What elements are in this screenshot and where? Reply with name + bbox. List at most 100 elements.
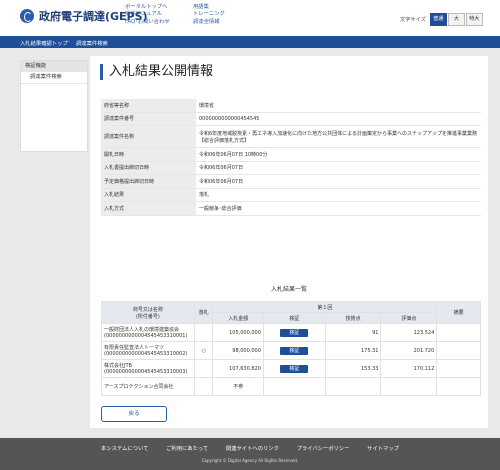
copyright: Copyright © Digital Agency All Rights Re… bbox=[201, 458, 299, 463]
verify-cell bbox=[262, 377, 326, 396]
tech-score-cell: 175.31 bbox=[324, 341, 382, 360]
info-value: 落札 bbox=[196, 188, 481, 202]
company-name: 株式会社JTB bbox=[104, 363, 132, 369]
header: 政府電子調達(GEPS) ポータルトップへ 操作マニュアル FAQ･お問い合わせ… bbox=[0, 0, 500, 36]
results-table: 商号又は名称 (所付番号) 落札 第１回 摘要 入札金額 検証 技術点 評価点 … bbox=[101, 301, 481, 396]
link-training[interactable]: トレーニング bbox=[193, 11, 225, 18]
table-row: 株式会社JTB (0000000000004545453310003) 107,6… bbox=[101, 359, 481, 378]
verify-button[interactable]: 検証 bbox=[280, 346, 309, 355]
font-size-normal-button[interactable]: 普通 bbox=[429, 13, 447, 26]
company-cell: 株式会社JTB (0000000000004545453310003) bbox=[101, 359, 195, 378]
award-cell bbox=[193, 377, 214, 396]
info-value: 一般競争･総合評価 bbox=[196, 201, 481, 216]
link-manual[interactable]: 操作マニュアル bbox=[125, 11, 170, 18]
eval-score-cell bbox=[380, 377, 438, 396]
info-label: 開札日時 bbox=[101, 147, 196, 162]
remarks-cell bbox=[436, 359, 481, 378]
info-value: 環境省 bbox=[196, 99, 481, 113]
info-row: 開札日時 令和06年06月07日 10時00分 bbox=[101, 147, 481, 162]
footer-link-about[interactable]: 本システムについて bbox=[101, 446, 148, 452]
amount-cell: 不参 bbox=[212, 377, 264, 396]
amount-cell: 98,000,000 bbox=[212, 341, 264, 360]
info-value: 令和06年06月07日 bbox=[196, 174, 481, 189]
info-row: 入札書提出締切日時 令和06年06月07日 bbox=[101, 161, 481, 175]
link-all-info[interactable]: 調達全情報 bbox=[193, 19, 225, 26]
geps-logo-icon bbox=[20, 9, 34, 23]
header-eval: 評価点 bbox=[380, 312, 438, 324]
tech-score-cell: 153.33 bbox=[324, 359, 382, 378]
info-row: 入札方式 一般競争･総合評価 bbox=[101, 201, 481, 216]
font-size-large-button[interactable]: 大 bbox=[447, 13, 465, 26]
info-row: 予定価格提出締切日時 令和06年06月07日 bbox=[101, 174, 481, 189]
verify-button[interactable]: 検証 bbox=[280, 364, 309, 373]
info-value: 令和06年06月07日 bbox=[196, 161, 481, 175]
sidebar-heading: 検証機能 bbox=[21, 61, 87, 72]
breadcrumb-separator: › bbox=[68, 39, 71, 45]
info-row: 府省等名称 環境省 bbox=[101, 99, 481, 113]
company-code: (0000000000004545453310001) bbox=[104, 333, 188, 339]
award-cell bbox=[193, 323, 214, 342]
table-row: アースプロテクション合同会社 不参 bbox=[101, 377, 481, 396]
company-cell: アースプロテクション合同会社 bbox=[101, 377, 195, 396]
info-row: 調達案件番号 0000000000000454545 bbox=[101, 112, 481, 126]
remarks-cell bbox=[436, 323, 481, 342]
footer-links: 本システムについて ご利用にあたって 関連サイトへのリンク プライバシーポリシー… bbox=[0, 444, 500, 452]
font-size-control: 文字サイズ 普通 大 特大 bbox=[400, 13, 483, 26]
breadcrumb-item-search[interactable]: 調達案件検索 bbox=[76, 39, 108, 47]
header-links-col1: ポータルトップへ 操作マニュアル FAQ･お問い合わせ bbox=[125, 4, 170, 26]
back-button[interactable]: 戻る bbox=[101, 406, 167, 422]
footer-link-usage[interactable]: ご利用にあたって bbox=[166, 446, 208, 452]
company-name: 有限責任監査法人トーマツ bbox=[104, 345, 165, 351]
verify-cell: 検証 bbox=[262, 341, 326, 360]
font-size-label: 文字サイズ bbox=[400, 17, 426, 23]
info-label: 調達案件番号 bbox=[101, 112, 196, 126]
verify-button[interactable]: 検証 bbox=[280, 328, 309, 337]
results-title: 入札結果一覧 bbox=[270, 286, 307, 293]
company-name: アースプロテクション合同会社 bbox=[104, 384, 174, 390]
info-label: 府省等名称 bbox=[101, 99, 196, 113]
link-faq[interactable]: FAQ･お問い合わせ bbox=[125, 19, 170, 26]
info-label: 予定価格提出締切日時 bbox=[101, 174, 196, 189]
tech-score-cell: 91 bbox=[324, 323, 382, 342]
amount-cell: 105,000,000 bbox=[212, 323, 264, 342]
info-value: 令和6年度地域脱炭素・再エネ導入加速化に向けた地方公共団体による計画策定から事業… bbox=[196, 125, 481, 148]
table-row: 一般財団法人入札の環境建築協会 (000000000000454545331000… bbox=[101, 323, 481, 342]
award-cell bbox=[193, 359, 214, 378]
info-table: 府省等名称 環境省 調達案件番号 0000000000000454545 調達案件名… bbox=[101, 99, 481, 216]
eval-score-cell: 170.112 bbox=[380, 359, 438, 378]
sidebar: 検証機能 調達案件検索 bbox=[20, 60, 88, 152]
header-round: 第１回 bbox=[212, 301, 438, 313]
table-row: 有限責任監査法人トーマツ (0000000000004545453310002) … bbox=[101, 341, 481, 360]
tech-score-cell bbox=[324, 377, 382, 396]
eval-score-cell: 123.524 bbox=[380, 323, 438, 342]
info-label: 入札結果 bbox=[101, 188, 196, 202]
header-amount: 入札金額 bbox=[212, 312, 264, 324]
footer: 本システムについて ご利用にあたって 関連サイトへのリンク プライバシーポリシー… bbox=[0, 438, 500, 470]
info-value: 0000000000000454545 bbox=[196, 112, 481, 126]
breadcrumb-item-top[interactable]: 入札結果確認トップ bbox=[20, 39, 68, 47]
font-size-xlarge-button[interactable]: 特大 bbox=[465, 13, 483, 26]
info-row: 調達案件名称 令和6年度地域脱炭素・再エネ導入加速化に向けた地方公共団体による計画… bbox=[101, 125, 481, 148]
header-company: 商号又は名称 (所付番号) bbox=[101, 301, 195, 324]
company-cell: 一般財団法人入札の環境建築協会 (000000000000454545331000… bbox=[101, 323, 195, 342]
header-remarks: 摘要 bbox=[436, 301, 481, 324]
info-label: 入札方式 bbox=[101, 201, 196, 216]
eval-score-cell: 201.720 bbox=[380, 341, 438, 360]
header-award: 落札 bbox=[193, 301, 214, 324]
footer-link-privacy[interactable]: プライバシーポリシー bbox=[297, 446, 350, 452]
info-value: 令和06年06月07日 10時00分 bbox=[196, 147, 481, 162]
verify-cell: 検証 bbox=[262, 323, 326, 342]
main-panel: 入札結果公開情報 府省等名称 環境省 調達案件番号 0000000000000454… bbox=[90, 56, 488, 428]
info-row: 入札結果 落札 bbox=[101, 188, 481, 202]
company-cell: 有限責任監査法人トーマツ (0000000000004545453310002) bbox=[101, 341, 195, 360]
amount-cell: 107,630,820 bbox=[212, 359, 264, 378]
footer-link-sitemap[interactable]: サイトマップ bbox=[367, 446, 399, 452]
remarks-cell bbox=[436, 341, 481, 360]
company-code: (0000000000004545453310003) bbox=[104, 369, 188, 375]
sidebar-item-search[interactable]: 調達案件検索 bbox=[21, 72, 87, 84]
footer-link-related[interactable]: 関連サイトへのリンク bbox=[226, 446, 279, 452]
company-name: 一般財団法人入札の環境建築協会 bbox=[104, 327, 180, 333]
remarks-cell bbox=[436, 377, 481, 396]
header-verify: 検証 bbox=[262, 312, 326, 324]
verify-cell: 検証 bbox=[262, 359, 326, 378]
